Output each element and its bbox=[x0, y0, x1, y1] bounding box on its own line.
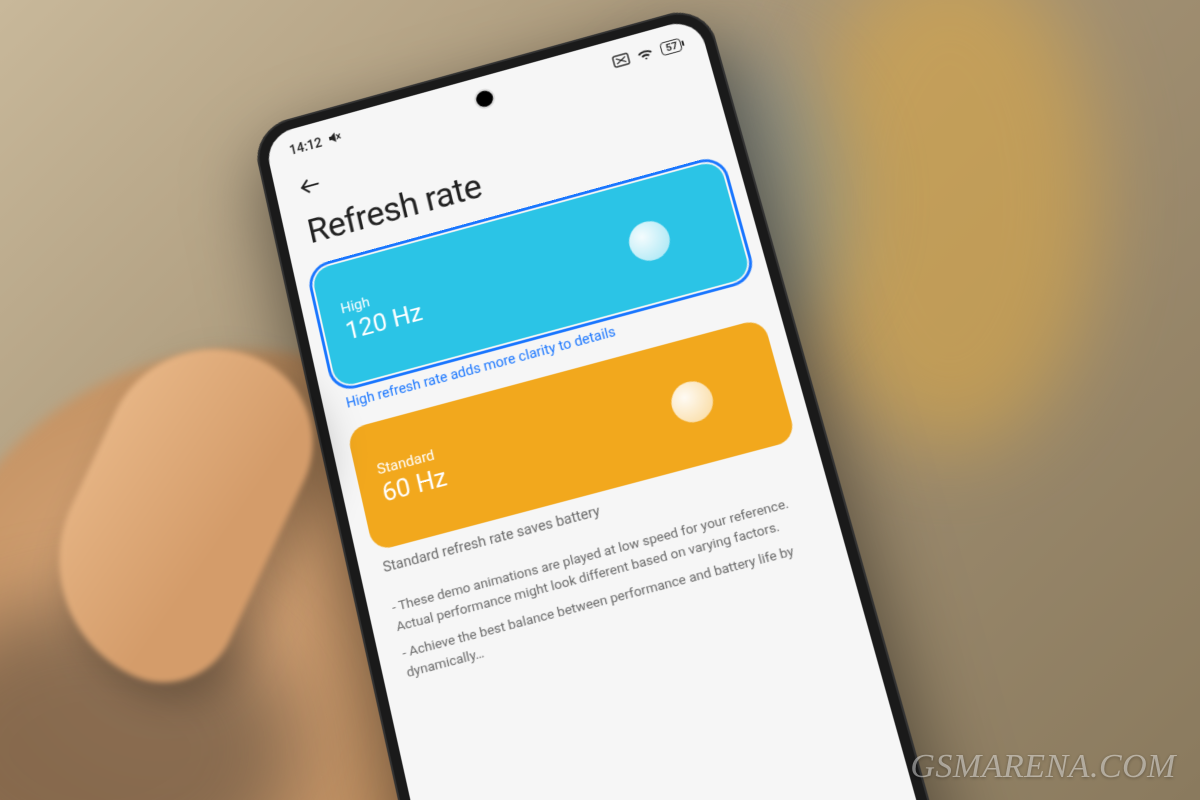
battery-icon: 57 bbox=[659, 37, 682, 55]
wifi-icon bbox=[636, 45, 656, 62]
phone-screen: 14:12 bbox=[263, 17, 959, 800]
status-time: 14:12 bbox=[288, 136, 323, 159]
arrow-left-icon bbox=[296, 171, 325, 200]
mute-icon bbox=[325, 129, 344, 150]
sim-icon bbox=[612, 52, 632, 69]
phone-frame: 14:12 bbox=[250, 4, 975, 800]
